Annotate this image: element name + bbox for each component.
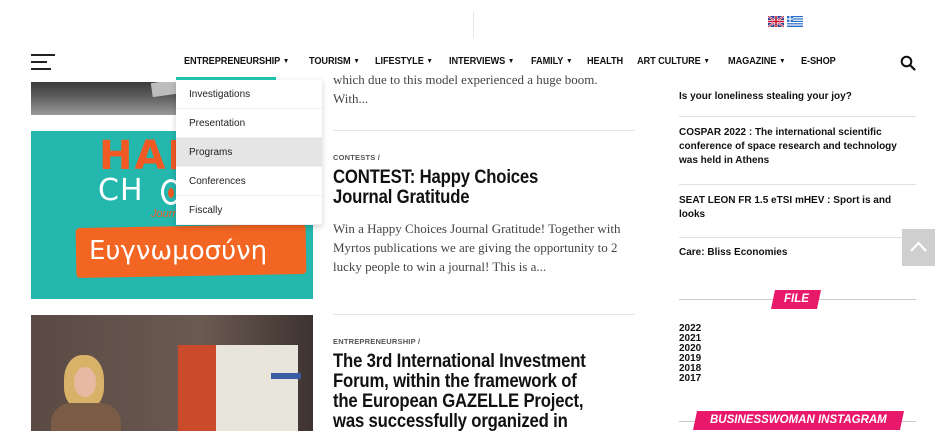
header-divider	[473, 12, 474, 38]
sidebar-link[interactable]: Care: Bliss Economies	[679, 246, 909, 260]
scroll-to-top-button[interactable]	[902, 229, 935, 266]
sidebar-link[interactable]: COSPAR 2022 : The international scientif…	[679, 126, 909, 168]
article-category[interactable]: ENTREPRENEURSHIP /	[333, 337, 420, 346]
investment-forum-thumbnail[interactable]	[31, 315, 313, 431]
nav-health[interactable]: HEALTH	[587, 56, 623, 67]
sidebar-divider	[679, 237, 916, 238]
language-switcher	[768, 16, 803, 27]
nav-eshop[interactable]: E-SHOP	[801, 56, 836, 67]
nav-family[interactable]: FAMILY ▼	[531, 56, 572, 67]
dropdown-item-programs[interactable]: Programs	[176, 138, 322, 167]
chevron-down-icon: ▼	[703, 58, 711, 65]
nav-magazine[interactable]: MAGAZINE ▼	[728, 56, 785, 67]
chevron-up-icon	[910, 241, 927, 252]
article-title[interactable]: CONTEST: Happy Choices Journal Gratitude	[333, 168, 597, 208]
article-divider	[333, 314, 635, 315]
nav-lifestyle[interactable]: LIFESTYLE ▼	[375, 56, 433, 67]
chevron-down-icon: ▼	[566, 58, 573, 65]
archive-years: 2022 2021 2020 2019 2018 2017	[679, 324, 701, 384]
chevron-down-icon: ▼	[508, 58, 515, 65]
greek-flag-icon[interactable]	[787, 16, 803, 27]
nav-tourism[interactable]: TOURISM ▼	[309, 56, 360, 67]
dropdown-item-fiscally[interactable]: Fiscally	[176, 196, 322, 225]
year-link-2017[interactable]: 2017	[679, 374, 701, 384]
sidebar-divider	[679, 116, 916, 117]
chevron-down-icon: ▼	[282, 58, 290, 65]
sidebar-link[interactable]: SEAT LEON FR 1.5 eTSI mHEV : Sport is an…	[679, 194, 909, 222]
main-nav: ENTREPRENEURSHIP ▼ TOURISM ▼ LIFESTYLE ▼ IN…	[184, 56, 850, 67]
nav-interviews[interactable]: INTERVIEWS ▼	[449, 56, 514, 67]
chevron-down-icon: ▼	[353, 58, 361, 65]
uk-flag-icon[interactable]	[768, 16, 784, 27]
article-category[interactable]: CONTESTS /	[333, 153, 380, 162]
nav-art-culture[interactable]: ART CULTURE ▼	[637, 56, 710, 67]
search-icon[interactable]	[900, 55, 916, 71]
dropdown-item-presentation[interactable]: Presentation	[176, 109, 322, 138]
speaker-face	[74, 367, 96, 397]
sidebar-link[interactable]: Is your loneliness stealing your joy?	[679, 90, 909, 104]
instagram-section-tag: BUSINESSWOMAN INSTAGRAM	[692, 411, 905, 430]
hamburger-menu-icon[interactable]	[31, 54, 55, 72]
chevron-down-icon: ▼	[426, 58, 434, 65]
thumbnail-band-text: Ευγνωμοσύνη	[89, 236, 268, 266]
thumbnail-logo-text-2: CH	[98, 173, 144, 208]
sidebar-divider	[679, 184, 916, 185]
dropdown-item-investigations[interactable]: Investigations	[176, 80, 322, 109]
article-title[interactable]: The 3rd International Investment Forum, …	[333, 352, 597, 431]
speaker-body	[51, 403, 121, 431]
article-divider	[333, 130, 635, 131]
banner-stripe	[178, 345, 216, 431]
article-excerpt: Win a Happy Choices Journal Gratitude! T…	[333, 221, 621, 274]
article-excerpt-top: which due to this model experienced a hu…	[333, 72, 598, 106]
file-section-tag: FILE	[770, 290, 822, 309]
nav-entrepreneurship[interactable]: ENTREPRENEURSHIP ▼	[184, 56, 289, 67]
chevron-down-icon: ▼	[778, 58, 785, 65]
banner-logo	[271, 373, 301, 379]
entrepreneurship-dropdown: Investigations Presentation Programs Con…	[176, 80, 322, 225]
dropdown-item-conferences[interactable]: Conferences	[176, 167, 322, 196]
